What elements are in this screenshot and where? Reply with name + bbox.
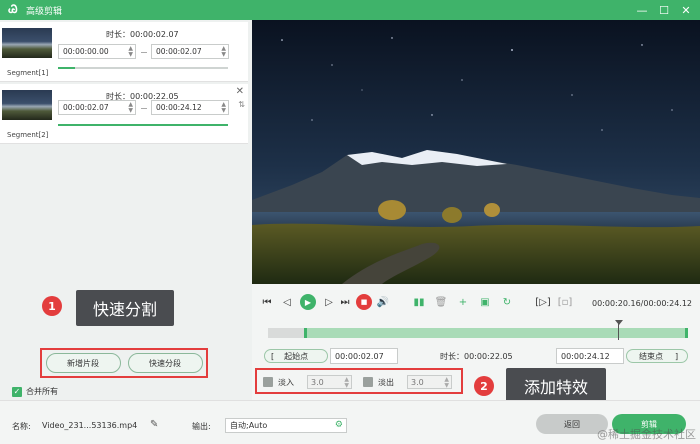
callout-add-effects: 添加特效 (506, 368, 606, 404)
volume-icon[interactable]: 🔊 (376, 295, 390, 309)
delete-segment-icon[interactable]: ✕ (236, 86, 244, 97)
range-separator (141, 108, 147, 109)
footer-bar: 名称: Video_231...53136.mp4 ✎ 输出: 自动;Auto … (0, 400, 700, 444)
step-forward-icon[interactable]: ▷ (322, 295, 336, 309)
callout-number-2: 2 (474, 376, 494, 396)
output-label: 输出: (192, 422, 211, 431)
segment-item-1[interactable]: Segment[1] 时长：00:00:02.07 00:00:00.00 ▲ ▼… (0, 22, 248, 82)
timeline[interactable] (268, 320, 688, 341)
close-icon[interactable]: ✕ (678, 2, 694, 18)
merge-all-label: 合并所有 (26, 387, 58, 396)
end-time-field[interactable]: 00:00:24.12 (556, 348, 624, 364)
spinner-icon[interactable]: ▲ ▼ (128, 46, 133, 58)
fade-in-duration-field[interactable]: 3.0 ▲ ▼ (307, 375, 352, 389)
reset-icon[interactable]: ↻ (500, 295, 514, 309)
playhead-marker-icon[interactable] (615, 320, 623, 325)
segment-start-time-field[interactable]: 00:00:02.07 ▲ ▼ (58, 100, 136, 115)
range-bar: [ 起始点 00:00:02.07 时长：00:00:22.05 00:00:2… (264, 348, 688, 364)
fade-in-control[interactable]: 淡入 3.0 ▲ ▼ (263, 375, 352, 389)
set-start-button[interactable]: [ 起始点 (264, 349, 328, 363)
fade-out-control[interactable]: 淡出 3.0 ▲ ▼ (363, 375, 452, 389)
filename-text: Video_231...53136.mp4 (42, 421, 138, 430)
stop-button[interactable]: ■ (356, 294, 372, 310)
fade-effects-highlight: 淡入 3.0 ▲ ▼ 淡出 3.0 ▲ ▼ (255, 368, 463, 394)
merge-all-checkbox[interactable]: ✓ 合并所有 (12, 386, 58, 397)
spinner-icon[interactable]: ▲ ▼ (128, 102, 133, 114)
fade-in-checkbox[interactable] (263, 377, 273, 387)
watermark: @稀土掘金技术社区 (597, 428, 696, 441)
range-duration: 时长：00:00:22.05 (440, 352, 513, 361)
segment-duration: 时长：00:00:02.07 (106, 30, 179, 39)
quick-split-button[interactable]: 快速分段 (127, 353, 203, 373)
play-button[interactable]: ▶ (300, 294, 316, 310)
window-controls: — ☐ ✕ (634, 2, 694, 18)
edit-name-icon[interactable]: ✎ (150, 419, 158, 430)
video-frame (252, 20, 700, 284)
segment-item-2[interactable]: Segment[2] 时长：00:00:22.05 00:00:02.07 ▲ ▼… (0, 84, 248, 144)
copy-icon[interactable]: ▣ (478, 295, 492, 309)
scroll-arrows-icon[interactable]: ⇅ (238, 100, 245, 109)
segment-thumbnail (2, 90, 52, 120)
segment-end-time-field[interactable]: 00:00:02.07 ▲ ▼ (151, 44, 229, 59)
window-title: 高级剪辑 (26, 6, 63, 17)
timeline-selection[interactable] (304, 328, 688, 338)
checkbox-checked-icon[interactable]: ✓ (12, 386, 22, 397)
new-segment-button[interactable]: 新增片段 (45, 353, 121, 373)
split-icon[interactable]: ▮▮ (412, 295, 426, 309)
skip-to-end-icon[interactable]: ⏭ (338, 295, 352, 309)
delete-icon[interactable]: 🗑 (434, 295, 448, 309)
mark-in-out-icon[interactable]: [▷] (535, 295, 551, 309)
maximize-icon[interactable]: ☐ (656, 2, 672, 18)
spinner-icon[interactable]: ▲ ▼ (221, 46, 226, 58)
segment-panel: Segment[1] 时长：00:00:02.07 00:00:00.00 ▲ ▼… (0, 20, 252, 400)
segment-end-time-field[interactable]: 00:00:24.12 ▲ ▼ (151, 100, 229, 115)
spinner-icon[interactable]: ▲ ▼ (444, 377, 449, 389)
time-display: 00:00:20.16/00:00:24.12 (592, 299, 692, 308)
minimize-icon[interactable]: — (634, 2, 650, 18)
output-format-select[interactable]: 自动;Auto ⚙ (225, 418, 347, 433)
segment-progress (58, 67, 228, 69)
callout-number-1: 1 (42, 296, 62, 316)
segment-label: Segment[2] (7, 131, 49, 139)
step-back-icon[interactable]: ◁ (280, 295, 294, 309)
segment-start-time-field[interactable]: 00:00:00.00 ▲ ▼ (58, 44, 136, 59)
segment-buttons-highlight: 新增片段 快速分段 (40, 348, 208, 378)
crop-icon[interactable]: [▫] (558, 295, 573, 309)
playback-controls: ⏮ ◁ ▶ ▷ ⏭ ■ 🔊 ▮▮ 🗑 + ▣ ↻ [▷] [▫] 00:00:2… (252, 284, 700, 324)
callout-quick-split: 快速分割 (76, 290, 174, 326)
app-logo-icon: Ꮚ (8, 3, 18, 16)
add-icon[interactable]: + (456, 295, 470, 309)
spinner-icon[interactable]: ▲ ▼ (344, 377, 349, 389)
start-time-field[interactable]: 00:00:02.07 (330, 348, 398, 364)
segment-thumbnail (2, 28, 52, 58)
segment-progress (58, 124, 228, 126)
fade-in-label: 淡入 (278, 377, 294, 387)
playhead[interactable] (618, 322, 619, 340)
fade-out-label: 淡出 (378, 377, 394, 387)
name-label: 名称: (12, 422, 31, 431)
skip-to-start-icon[interactable]: ⏮ (260, 295, 274, 309)
segment-label: Segment[1] (7, 69, 49, 77)
range-separator (141, 52, 147, 53)
fade-out-checkbox[interactable] (363, 377, 373, 387)
set-end-button[interactable]: 结束点 ] (626, 349, 688, 363)
spinner-icon[interactable]: ▲ ▼ (221, 102, 226, 114)
settings-gear-icon[interactable]: ⚙ (335, 420, 343, 430)
video-preview[interactable] (252, 20, 700, 284)
title-bar: Ꮚ 高级剪辑 — ☐ ✕ (0, 0, 700, 20)
fade-out-duration-field[interactable]: 3.0 ▲ ▼ (407, 375, 452, 389)
